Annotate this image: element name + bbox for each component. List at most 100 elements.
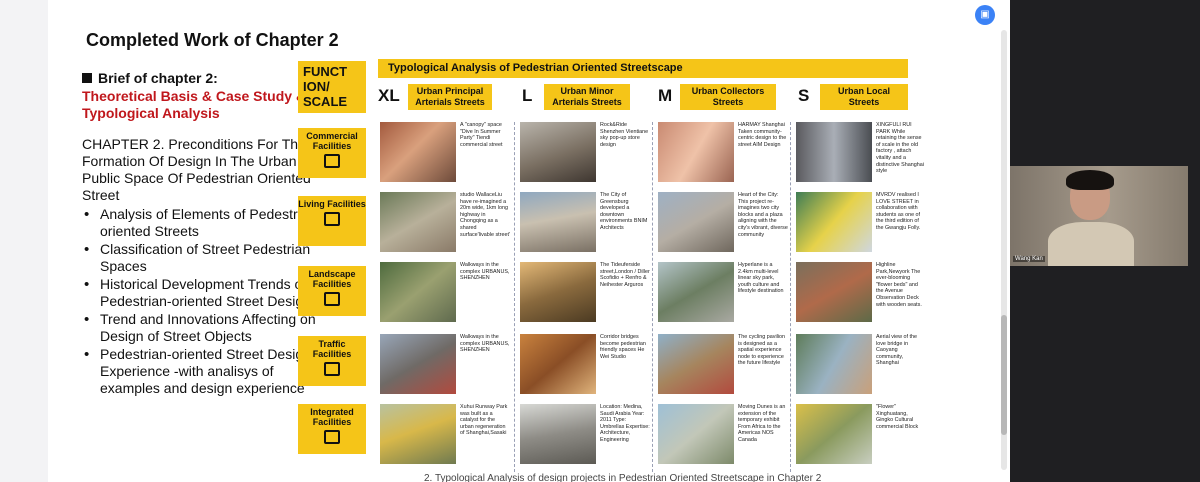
case-photo [658,334,734,394]
category-living: Living Facilities [298,196,366,246]
scale-label: Urban Local Streets [820,84,908,110]
scale-label: Urban Principal Arterials Streets [408,84,492,110]
presentation-slide: Completed Work of Chapter 2 Brief of cha… [48,12,1008,482]
case-photo [520,192,596,252]
participant-body [1048,222,1134,266]
category-label: Landscape Facilities [308,269,356,289]
case-description: studio WallaceLiu have re-imagined a 20m… [460,192,510,238]
case-description: Xuhui Runway Park was built as a catalys… [460,404,508,437]
scale-letter: M [658,86,673,105]
case-description: The Tideuferside street,London / Diller … [600,262,650,288]
case-cell: "Flower" Xinghuatang, Gingko Cultural co… [796,404,926,466]
scale-letter: L [522,86,533,105]
case-cell: HARMAY Shanghai Taken community-centric … [658,122,788,184]
case-cell: Highline Park,Newyork The ever-blooming … [796,262,926,324]
left-gutter [0,0,48,482]
case-description: Walkways in the complex URBANUS, SHENZHE… [460,334,510,354]
square-bullet-icon [82,73,92,83]
case-cell: Location: Medina, Saudi Arabia Year: 201… [520,404,650,466]
case-cell: The cycling pavilion is designed as a sp… [658,334,788,396]
case-photo [380,262,456,322]
case-cell: The Tideuferside street,London / Diller … [520,262,650,324]
column-divider [514,122,515,472]
case-description: The City of Greensburg developed a downt… [600,192,648,231]
case-description: Location: Medina, Saudi Arabia Year: 201… [600,404,650,443]
case-photo [520,122,596,182]
scale-letter: S [798,86,810,105]
category-traffic: Traffic Facilities [298,336,366,386]
case-cell: The City of Greensburg developed a downt… [520,192,650,254]
case-description: Hyperlane is a 2.4km multi-level linear … [738,262,784,295]
case-description: HARMAY Shanghai Taken community-centric … [738,122,787,148]
participant-video[interactable]: Wang Kan [1010,166,1188,266]
case-cell: studio WallaceLiu have re-imagined a 20m… [380,192,510,254]
participant-hair [1066,170,1114,190]
category-label: Commercial Facilities [306,131,358,151]
case-photo [796,122,872,182]
column-divider [790,122,791,472]
case-cell: Walkways in the complex URBANUS, SHENZHE… [380,262,510,324]
bench-icon [324,212,340,226]
case-cell: MVRDV realised I LOVE STREET in collabor… [796,192,926,254]
scale-label: Urban Collectors Streets [680,84,776,110]
scale-label: Urban Minor Arterials Streets [544,84,630,110]
case-photo [520,404,596,464]
integrated-icon [324,430,340,444]
case-description: Walkways in the complex URBANUS, SHENZHE… [460,262,510,282]
share-screen-icon[interactable]: ▣ [975,5,995,25]
case-cell: XINGFULI RUI PARK While retaining the se… [796,122,926,184]
case-photo [520,262,596,322]
scrollbar-thumb[interactable] [1001,315,1007,435]
case-cell: Hyperlane is a 2.4km multi-level linear … [658,262,788,324]
case-cell: Aerial view of the love bridge in Caoyan… [796,334,926,396]
scale-letter: XL [378,86,400,105]
brief-heading-text: Brief of chapter 2: [98,70,218,86]
case-description: MVRDV realised I LOVE STREET in collabor… [876,192,921,231]
case-description: A "canopy" space "Dive In Summer Party" … [460,122,503,148]
category-label: Traffic Facilities [312,339,352,359]
slide-title: Completed Work of Chapter 2 [86,30,339,50]
case-photo [658,404,734,464]
case-photo [658,122,734,182]
case-photo [796,334,872,394]
category-label: Integrated Facilities [310,407,354,427]
case-photo [520,334,596,394]
case-cell: Xuhui Runway Park was built as a catalys… [380,404,510,466]
category-landscape: Landscape Facilities [298,266,366,316]
case-photo [380,122,456,182]
category-label: Living Facilities [298,199,366,209]
case-cell: Rock&Ride Shenzhen Vientiane sky pop-up … [520,122,650,184]
case-description: Highline Park,Newyork The ever-blooming … [876,262,922,308]
case-photo [380,334,456,394]
category-commercial: Commercial Facilities [298,128,366,178]
case-description: "Flower" Xinghuatang, Gingko Cultural co… [876,404,919,430]
case-cell: A "canopy" space "Dive In Summer Party" … [380,122,510,184]
case-description: Moving Dunes is an extension of the temp… [738,404,786,443]
participant-name: Wang Kan [1013,256,1045,262]
category-integrated: Integrated Facilities [298,404,366,454]
case-description: Aerial view of the love bridge in Caoyan… [876,334,918,367]
case-photo [380,404,456,464]
car-icon [324,362,340,376]
column-divider [652,122,653,472]
case-photo [796,262,872,322]
table-header-bar: Typological Analysis of Pedestrian Orien… [378,59,908,78]
case-description: XINGFULI RUI PARK While retaining the se… [876,122,924,175]
case-description: The cycling pavilion is designed as a sp… [738,334,786,367]
tree-icon [324,292,340,306]
case-photo [658,192,734,252]
case-description: Rock&Ride Shenzhen Vientiane sky pop-up … [600,122,649,148]
case-description: Corridor bridges become pedestrian frien… [600,334,646,360]
case-cell: Corridor bridges become pedestrian frien… [520,334,650,396]
case-description: Heart of the City: This project re-imagi… [738,192,788,238]
case-photo [796,192,872,252]
case-cell: Walkways in the complex URBANUS, SHENZHE… [380,334,510,396]
case-photo [796,404,872,464]
case-photo [380,192,456,252]
case-cell: Heart of the City: This project re-imagi… [658,192,788,254]
case-cell: Moving Dunes is an extension of the temp… [658,404,788,466]
case-photo [658,262,734,322]
slide-caption: 2. Typological Analysis of design projec… [424,473,822,482]
function-scale-label: FUNCT ION/ SCALE [298,61,366,113]
shop-icon [324,154,340,168]
